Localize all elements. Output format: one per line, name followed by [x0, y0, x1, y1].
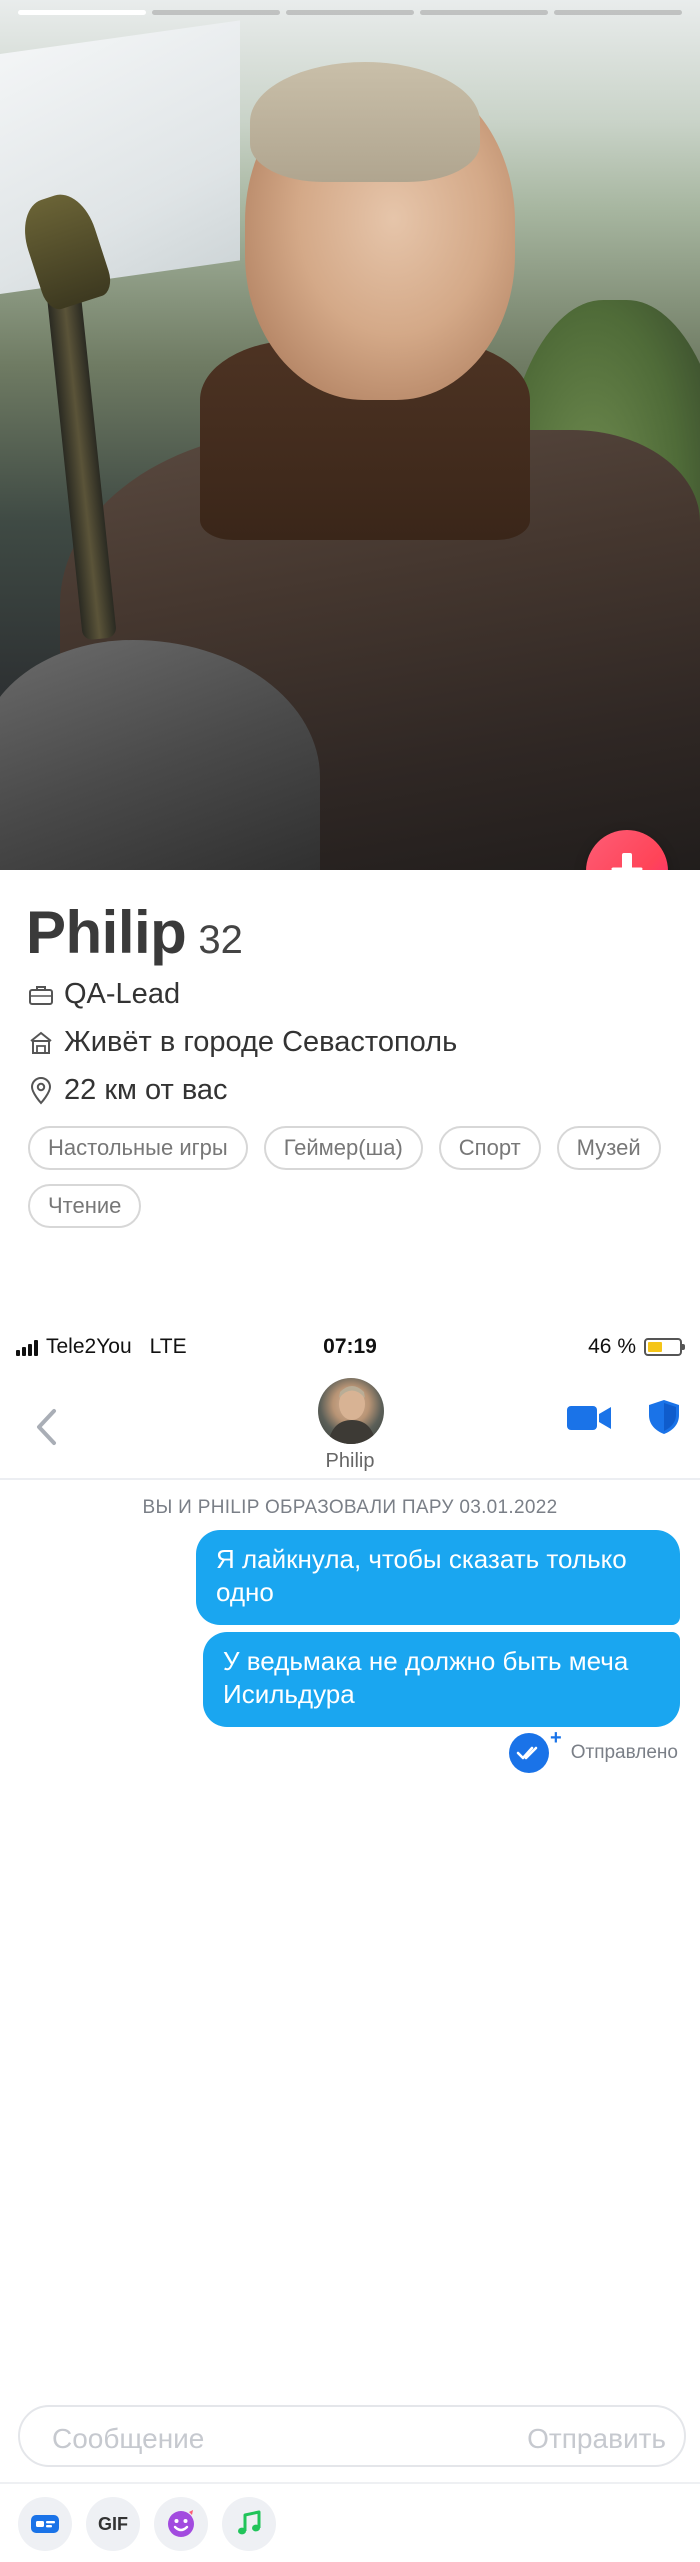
- emoji-icon: [168, 2510, 194, 2537]
- message-bubble-sent[interactable]: Я лайкнула, чтобы сказать только одно: [196, 1530, 680, 1625]
- message-status-text: Отправлено: [570, 1742, 678, 1763]
- profile-name-row: Philip 32: [26, 898, 243, 967]
- profile-distance: 22 км от вас: [28, 1074, 228, 1107]
- read-receipt-button[interactable]: +: [508, 1727, 562, 1773]
- interest-chip: Спорт: [438, 1126, 541, 1170]
- shield-icon: [649, 1400, 679, 1434]
- house-icon: [30, 1031, 52, 1054]
- send-button[interactable]: Отправить: [527, 2423, 666, 2455]
- profile-job: QA-Lead: [28, 978, 180, 1011]
- safety-shield-button[interactable]: [644, 1394, 684, 1440]
- music-icon: [238, 2510, 261, 2535]
- message-status: + Отправлено: [508, 1727, 678, 1773]
- profile-job-text: QA-Lead: [64, 978, 181, 1010]
- double-check-icon: [516, 1746, 538, 1760]
- chevron-left-icon: [37, 1409, 56, 1445]
- location-pin-icon: [30, 1076, 52, 1104]
- video-call-button[interactable]: [564, 1398, 614, 1438]
- profile-age: 32: [198, 918, 243, 962]
- gif-label: GIF: [98, 2513, 128, 2534]
- interest-chip: Настольные игры: [28, 1126, 248, 1170]
- chat-header: Philip: [0, 1370, 700, 1480]
- status-bar: Tele2You LTE 07:19 46 %: [0, 1325, 700, 1369]
- photo-progress-segment[interactable]: [420, 10, 548, 15]
- sticker-button[interactable]: [18, 2497, 72, 2551]
- photo-progress-segment[interactable]: [554, 10, 682, 15]
- photo-hair: [250, 62, 480, 182]
- interest-chip: Музей: [556, 1126, 661, 1170]
- message-input[interactable]: Сообщение Отправить: [18, 2405, 686, 2467]
- profile-city: Живёт в городе Севастополь: [28, 1026, 457, 1059]
- avatar-portrait: [328, 1386, 376, 1444]
- interest-chip: Чтение: [28, 1184, 142, 1228]
- message-input-placeholder: Сообщение: [52, 2423, 205, 2454]
- photo-progress-segment[interactable]: [18, 10, 146, 15]
- photo-progress-bar: [18, 10, 682, 15]
- sticker-icon: [31, 2515, 59, 2533]
- profile-name: Philip: [26, 899, 187, 966]
- match-name[interactable]: Philip: [0, 1450, 700, 1473]
- back-button[interactable]: [26, 1402, 66, 1452]
- battery-percent: 46 %: [588, 1335, 636, 1358]
- music-button[interactable]: [222, 2497, 276, 2551]
- profile-photo[interactable]: [0, 0, 700, 870]
- message-bubble-sent[interactable]: У ведьмака не должно быть меча Исильдура: [203, 1632, 680, 1727]
- status-bar-right: 46 %: [588, 1335, 685, 1359]
- profile-info: Philip 32 QA-Lead Живёт в городе Севасто…: [0, 870, 700, 1300]
- gif-button[interactable]: GIF: [86, 2497, 140, 2551]
- interests-list: Настольные игры Геймер(ша) Спорт Музей Ч…: [28, 1126, 688, 1228]
- profile-distance-text: 22 км от вас: [64, 1074, 228, 1106]
- photo-progress-segment[interactable]: [152, 10, 280, 15]
- match-date-note: ВЫ И PHILIP ОБРАЗОВАЛИ ПАРУ 03.01.2022: [142, 1497, 558, 1518]
- plus-icon: +: [550, 1727, 562, 1749]
- video-camera-icon: [567, 1406, 611, 1430]
- match-avatar[interactable]: [318, 1378, 384, 1444]
- interest-chip: Геймер(ша): [263, 1126, 423, 1170]
- composer-toolbar: GIF: [0, 2482, 700, 2562]
- briefcase-icon: [29, 985, 53, 1005]
- profile-city-text: Живёт в городе Севастополь: [64, 1026, 458, 1058]
- photo-progress-segment[interactable]: [286, 10, 414, 15]
- emoji-button[interactable]: [154, 2497, 208, 2551]
- battery-icon: [644, 1338, 685, 1356]
